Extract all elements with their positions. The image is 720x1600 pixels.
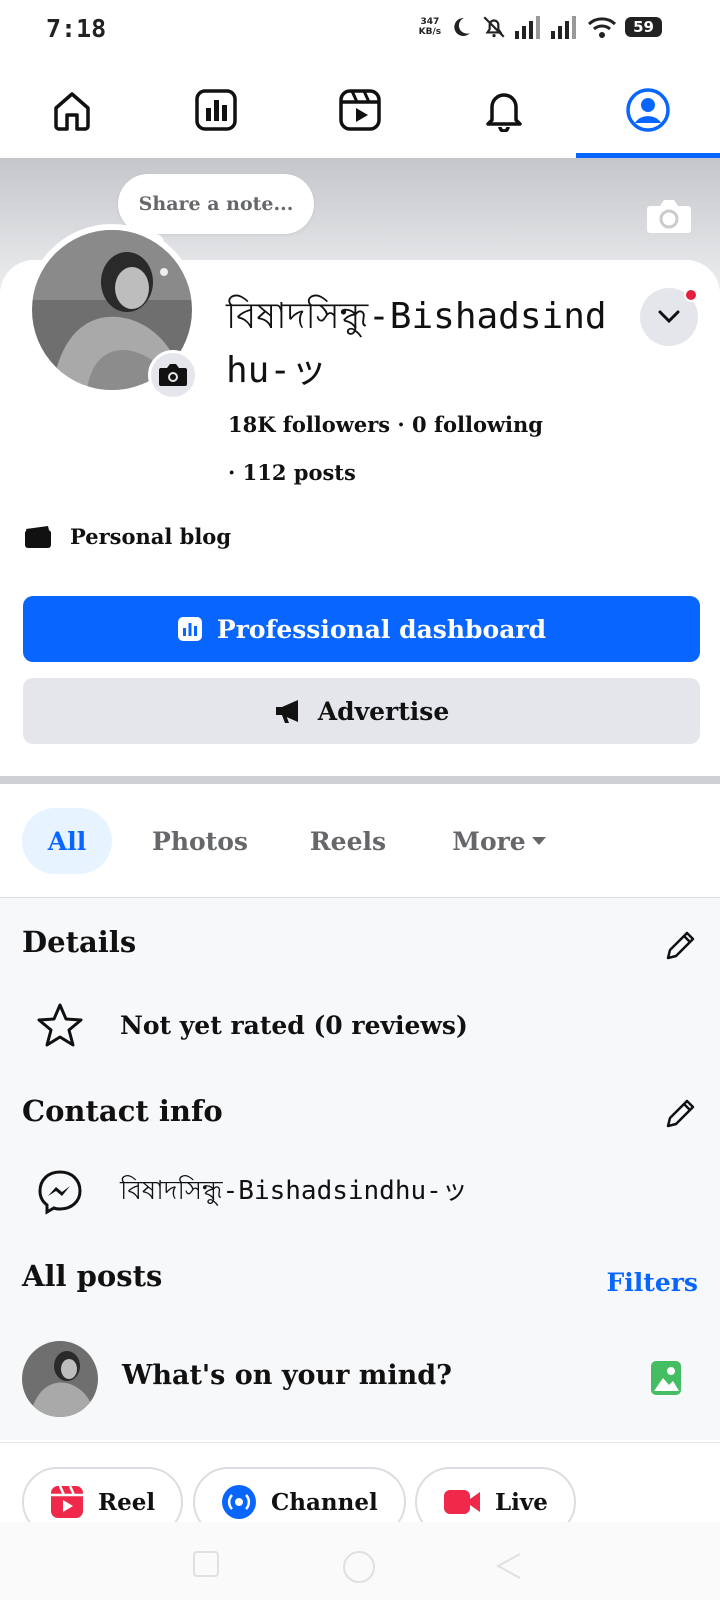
nav-tab-notifications[interactable] xyxy=(432,62,576,158)
category-row: Personal blog xyxy=(24,524,231,549)
signal-icon-2 xyxy=(551,16,577,39)
profile-icon xyxy=(626,88,670,132)
video-icon xyxy=(339,89,381,131)
share-note-bubble[interactable]: Share a note... xyxy=(118,174,314,234)
home-icon xyxy=(54,92,90,131)
status-time: 7:18 xyxy=(46,14,107,43)
camera-icon xyxy=(159,364,187,386)
mute-bell-icon xyxy=(483,16,505,38)
tab-photos[interactable]: Photos xyxy=(138,808,262,874)
tab-all[interactable]: All xyxy=(22,808,112,874)
pencil-icon[interactable] xyxy=(662,1096,698,1132)
profile-name: বিষাদসিন্ধু-Bishadsindhu-ッ xyxy=(226,296,607,391)
change-avatar-button[interactable] xyxy=(148,350,198,400)
create-actions: Reel Channel Live xyxy=(0,1442,720,1522)
avatar-photo xyxy=(22,1341,98,1417)
advertise-button[interactable]: Advertise xyxy=(23,678,700,744)
reel-icon xyxy=(51,1485,83,1518)
live-button[interactable]: Live xyxy=(415,1467,576,1522)
rating-text: Not yet rated (0 reviews) xyxy=(120,1010,468,1040)
profile-menu-button[interactable] xyxy=(640,288,698,346)
tab-more[interactable]: More xyxy=(440,808,560,874)
contact-info-title: Contact info xyxy=(22,1094,223,1128)
rating-row: Not yet rated (0 reviews) xyxy=(36,1002,468,1048)
channel-button[interactable]: Channel xyxy=(193,1467,406,1522)
star-icon xyxy=(37,1003,83,1047)
nav-tab-home[interactable] xyxy=(0,62,144,158)
nav-tab-video[interactable] xyxy=(288,62,432,158)
battery-indicator: 59 xyxy=(625,17,662,37)
post-composer-input[interactable]: What's on your mind? xyxy=(122,1360,452,1391)
tab-reels[interactable]: Reels xyxy=(296,808,400,874)
advertise-label: Advertise xyxy=(317,696,450,726)
photo-icon[interactable] xyxy=(650,1360,682,1396)
messenger-icon xyxy=(38,1170,82,1215)
network-speed-value: 347 xyxy=(420,17,440,27)
moon-icon xyxy=(454,17,471,36)
chevron-down-icon xyxy=(658,310,680,324)
wifi-icon xyxy=(588,17,617,38)
bell-icon xyxy=(486,93,522,132)
caret-down-icon xyxy=(531,837,546,845)
notification-dot xyxy=(684,288,698,302)
home-button-icon[interactable] xyxy=(342,1550,376,1584)
follower-stats[interactable]: 18K followers · 0 following xyxy=(228,412,543,437)
camera-icon[interactable] xyxy=(646,198,692,234)
composer-avatar xyxy=(22,1341,98,1417)
category-label: Personal blog xyxy=(70,524,231,549)
messenger-name: বিষাদসিন্ধু-Bishadsindhu-ッ xyxy=(120,1176,468,1206)
signal-icon xyxy=(515,16,541,39)
clapper-icon xyxy=(25,525,51,548)
live-label: Live xyxy=(495,1488,548,1516)
professional-dashboard-button[interactable]: Professional dashboard xyxy=(23,596,700,662)
live-video-icon xyxy=(444,1490,480,1514)
dashboard-icon xyxy=(177,617,202,641)
channel-label: Channel xyxy=(271,1488,378,1516)
post-count: · 112 posts xyxy=(228,460,356,485)
status-bar: 7:18 347 KB/s 59 xyxy=(0,0,720,62)
section-divider xyxy=(0,776,720,784)
professional-dashboard-label: Professional dashboard xyxy=(216,614,547,644)
messenger-row[interactable]: বিষাদসিন্ধু-Bishadsindhu-ッ xyxy=(36,1168,468,1216)
recent-apps-icon[interactable] xyxy=(192,1550,220,1578)
megaphone-icon xyxy=(275,700,298,723)
details-title: Details xyxy=(22,925,137,959)
dashboard-icon xyxy=(195,89,237,131)
filters-link[interactable]: Filters xyxy=(607,1268,698,1297)
network-speed-unit: KB/s xyxy=(418,27,442,37)
network-speed: 347 KB/s xyxy=(419,17,441,37)
profile-tabs: All Photos Reels More xyxy=(0,786,720,898)
reel-button[interactable]: Reel xyxy=(22,1467,184,1522)
top-navigation xyxy=(0,62,720,158)
back-icon[interactable] xyxy=(494,1550,524,1580)
system-navigation-bar xyxy=(0,1522,720,1600)
status-icons: 347 KB/s 59 xyxy=(419,14,662,40)
channel-icon xyxy=(222,1485,256,1519)
tab-more-label: More xyxy=(452,826,526,856)
reel-label: Reel xyxy=(98,1488,156,1516)
all-posts-title: All posts xyxy=(22,1259,163,1293)
pencil-icon[interactable] xyxy=(662,928,698,964)
nav-tab-dashboard[interactable] xyxy=(144,62,288,158)
nav-tab-profile[interactable] xyxy=(576,62,720,158)
